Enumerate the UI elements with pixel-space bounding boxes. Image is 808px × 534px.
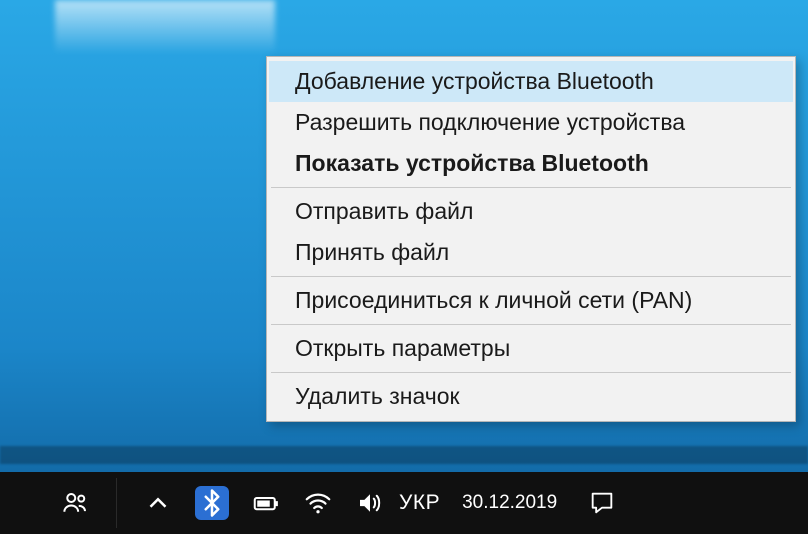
menu-item-send-file[interactable]: Отправить файл [269, 191, 793, 232]
wifi-icon[interactable] [303, 488, 333, 518]
volume-icon[interactable] [355, 488, 385, 518]
people-icon[interactable] [60, 488, 90, 518]
taskbar-clock[interactable]: 30.12.2019 [458, 492, 567, 514]
taskbar-date: 30.12.2019 [462, 492, 557, 514]
taskbar-tray-right: УКР 30.12.2019 [399, 486, 633, 520]
menu-item-show-bluetooth-devices[interactable]: Показать устройства Bluetooth [269, 143, 793, 184]
menu-item-add-bluetooth-device[interactable]: Добавление устройства Bluetooth [269, 61, 793, 102]
menu-separator [271, 324, 791, 325]
bluetooth-tray-icon[interactable] [195, 486, 229, 520]
menu-item-receive-file[interactable]: Принять файл [269, 232, 793, 273]
menu-item-join-pan[interactable]: Присоединиться к личной сети (PAN) [269, 280, 793, 321]
menu-separator [271, 187, 791, 188]
battery-icon[interactable] [251, 488, 281, 518]
chevron-up-icon[interactable] [143, 488, 173, 518]
taskbar-divider [116, 478, 117, 528]
bluetooth-context-menu: Добавление устройства Bluetooth Разрешит… [266, 56, 796, 422]
desktop-light-band [55, 0, 275, 60]
bluetooth-icon [197, 488, 227, 518]
action-center-icon[interactable] [585, 486, 619, 520]
menu-separator [271, 372, 791, 373]
menu-separator [271, 276, 791, 277]
input-language[interactable]: УКР [399, 491, 440, 515]
desktop-dark-strip [0, 446, 808, 464]
menu-item-open-settings[interactable]: Открыть параметры [269, 328, 793, 369]
taskbar: УКР 30.12.2019 [0, 472, 808, 534]
menu-item-allow-device-connection[interactable]: Разрешить подключение устройства [269, 102, 793, 143]
menu-item-remove-icon[interactable]: Удалить значок [269, 376, 793, 417]
taskbar-tray-left [0, 478, 385, 528]
desktop-background: Добавление устройства Bluetooth Разрешит… [0, 0, 808, 534]
